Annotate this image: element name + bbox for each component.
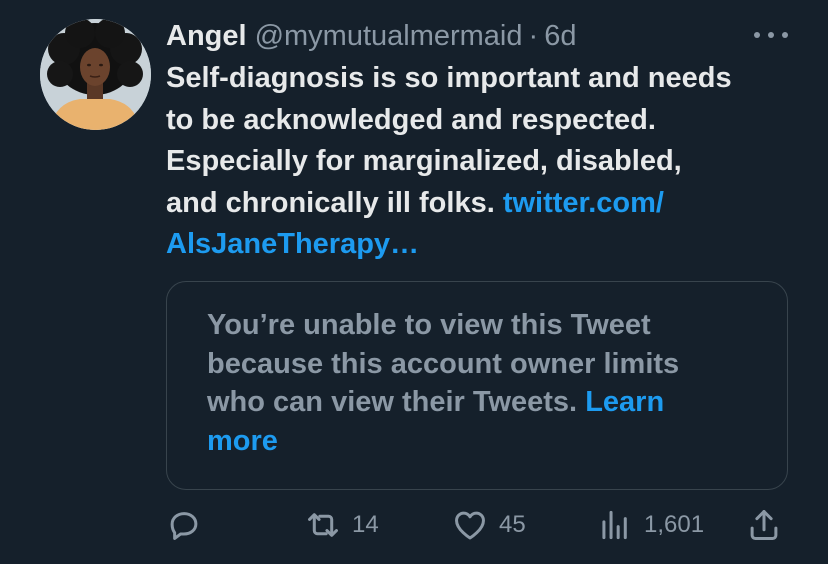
like-count: 45 xyxy=(499,511,526,538)
views-count: 1,601 xyxy=(644,511,705,538)
views-icon xyxy=(602,510,627,540)
quote-text-line: because this account owner limits xyxy=(207,347,680,380)
retweet-count: 14 xyxy=(352,511,379,538)
reply-button[interactable] xyxy=(165,505,203,545)
tweet-header: Angel @mymutualmermaid · 6d xyxy=(166,16,576,56)
quoted-tweet-card[interactable]: You’re unable to view this Tweet because… xyxy=(166,281,788,490)
tweet-link[interactable]: twitter.com/ xyxy=(503,187,664,219)
reply-icon xyxy=(170,512,198,540)
views-button[interactable]: 1,601 xyxy=(596,505,704,545)
heart-icon xyxy=(455,511,485,540)
tweet-link-continued[interactable]: AlsJaneTherapy… xyxy=(166,224,796,266)
tweet-text-line: Especially for marginalized, disabled, xyxy=(166,145,682,177)
tweet-text: Self-diagnosis is so important and needs… xyxy=(166,58,796,266)
share-button[interactable] xyxy=(745,505,783,545)
quote-unavailable-message: You’re unable to view this Tweet because… xyxy=(207,306,767,460)
more-dot xyxy=(782,32,788,38)
tweet-text-line: to be acknowledged and respected. xyxy=(166,103,656,136)
tweet-time[interactable]: 6d xyxy=(544,16,576,56)
author-handle[interactable]: @mymutualmermaid xyxy=(255,16,523,56)
like-button[interactable]: 45 xyxy=(451,505,526,545)
quote-text-segment: who can view their Tweets. xyxy=(207,386,586,418)
quote-text-line: You’re unable to view this Tweet xyxy=(207,309,651,341)
tweet[interactable]: Angel @mymutualmermaid · 6d Self-diagnos… xyxy=(0,0,828,564)
tweet-text-segment: and chronically ill folks. xyxy=(166,186,503,219)
learn-more-link[interactable]: Learn xyxy=(585,386,664,418)
retweet-button[interactable]: 14 xyxy=(304,505,379,545)
more-dot xyxy=(754,32,760,38)
share-icon xyxy=(750,510,778,540)
separator-dot: · xyxy=(528,20,539,52)
tweet-text-line: Self-diagnosis is so important and needs xyxy=(166,62,732,94)
quote-text-line: who can view their Tweets. Learn xyxy=(207,383,767,422)
tweet-text-line: and chronically ill folks. twitter.com/ xyxy=(166,183,796,225)
author-name[interactable]: Angel xyxy=(166,16,247,56)
more-options-icon[interactable] xyxy=(754,22,788,48)
retweet-icon xyxy=(308,513,338,537)
learn-more-link-continued[interactable]: more xyxy=(207,422,767,461)
more-dot xyxy=(768,32,774,38)
avatar[interactable] xyxy=(40,19,151,130)
tweet-actions: 14 45 1,601 xyxy=(0,505,828,545)
